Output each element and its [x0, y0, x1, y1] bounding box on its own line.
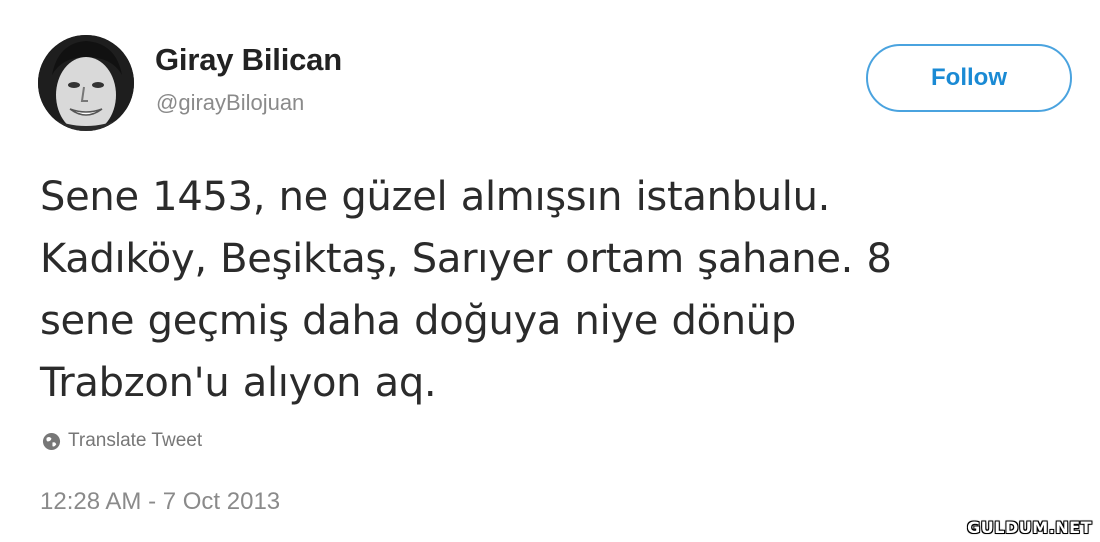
tweet-line: Kadıköy, Beşiktaş, Sarıyer ortam şahane.…	[40, 236, 892, 282]
tweet-text: Sene 1453, ne güzel almışsın istanbulu. …	[40, 166, 1060, 414]
avatar-photo	[38, 35, 134, 131]
author-name[interactable]: Giray Bilican	[155, 42, 342, 78]
watermark: GULDUM.NET	[967, 518, 1092, 537]
globe-icon	[42, 432, 61, 450]
translate-label: Translate Tweet	[68, 430, 203, 451]
tweet-line: sene geçmiş daha doğuya niye dönüp	[40, 298, 796, 344]
translate-tweet-link[interactable]: Translate Tweet	[42, 430, 202, 452]
tweet-line: Trabzon'u alıyon aq.	[40, 360, 437, 406]
tweet-line: Sene 1453, ne güzel almışsın istanbulu.	[40, 174, 831, 220]
tweet-timestamp[interactable]: 12:28 AM - 7 Oct 2013	[40, 488, 280, 516]
author-handle[interactable]: @girayBilojuan	[156, 90, 304, 116]
follow-button[interactable]: Follow	[866, 44, 1072, 112]
avatar[interactable]	[38, 35, 134, 131]
